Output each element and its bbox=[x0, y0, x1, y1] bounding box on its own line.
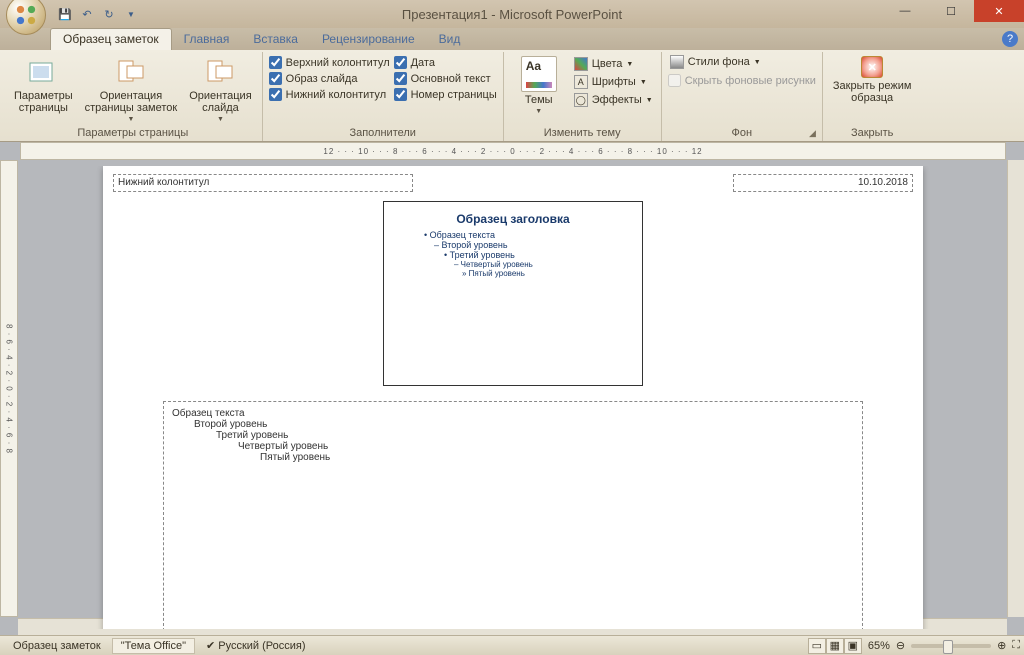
group-placeholders: Верхний колонтитул Образ слайда Нижний к… bbox=[263, 52, 504, 141]
notes-body-placeholder[interactable]: Образец текста Второй уровень Третий уро… bbox=[163, 401, 863, 629]
zoom-out-button[interactable]: ⊖ bbox=[896, 639, 905, 652]
notes-orientation-icon bbox=[115, 56, 147, 88]
close-icon: ✕ bbox=[861, 56, 883, 78]
quick-access-toolbar: 💾 ↶ ↻ ▼ bbox=[56, 5, 140, 23]
slide-text-levels: Образец текста Второй уровень Третий уро… bbox=[384, 230, 642, 278]
tab-insert[interactable]: Вставка bbox=[241, 29, 310, 50]
vertical-ruler[interactable]: 8 · 6 · 4 · 2 · 0 · 2 · 4 · 6 · 8 bbox=[0, 160, 18, 617]
minimize-button[interactable]: — bbox=[882, 0, 928, 22]
ribbon-tabs: Образец заметок Главная Вставка Рецензир… bbox=[0, 28, 1024, 50]
page-setup-label: Параметры страницы bbox=[14, 90, 73, 114]
slide-orientation-label: Ориентация слайда bbox=[189, 90, 251, 114]
themes-label: Темы bbox=[525, 94, 553, 106]
normal-view-icon[interactable]: ▭ bbox=[808, 638, 826, 654]
tab-notes-master[interactable]: Образец заметок bbox=[50, 28, 172, 50]
fonts-icon: A bbox=[574, 75, 588, 89]
chk-date[interactable]: Дата bbox=[394, 56, 497, 69]
date-placeholder[interactable]: 10.10.2018 bbox=[733, 174, 913, 192]
notes-orientation-button[interactable]: Ориентация страницы заметок ▼ bbox=[81, 54, 182, 125]
group-close-label: Закрыть bbox=[829, 126, 916, 141]
vertical-scrollbar[interactable] bbox=[1007, 160, 1024, 617]
page-setup-button[interactable]: Параметры страницы bbox=[10, 54, 77, 116]
help-icon[interactable]: ? bbox=[1002, 31, 1018, 47]
chevron-down-icon: ▼ bbox=[127, 116, 134, 123]
group-edit-theme: Темы ▼ Цвета ▼ AШрифты ▼ ◯Эффекты ▼ Изме… bbox=[504, 52, 662, 141]
tab-view[interactable]: Вид bbox=[427, 29, 473, 50]
chk-footer[interactable]: Нижний колонтитул bbox=[269, 88, 390, 101]
window-buttons: — ☐ ✕ bbox=[882, 0, 1024, 22]
status-language[interactable]: ✔ Русский (Россия) bbox=[197, 637, 315, 654]
fit-to-window-icon[interactable]: ⛶ bbox=[1012, 639, 1020, 652]
chk-page-number[interactable]: Номер страницы bbox=[394, 88, 497, 101]
horizontal-ruler[interactable]: 12 · · · 10 · · · 8 · · · 6 · · · 4 · · … bbox=[20, 142, 1006, 160]
view-buttons: ▭ ▦ ▣ bbox=[808, 638, 862, 654]
effects-icon: ◯ bbox=[574, 93, 588, 107]
tab-review[interactable]: Рецензирование bbox=[310, 29, 427, 50]
group-page-label: Параметры страницы bbox=[10, 126, 256, 141]
status-theme[interactable]: "Тема Office" bbox=[112, 638, 195, 654]
close-button[interactable]: ✕ bbox=[974, 0, 1024, 22]
redo-icon[interactable]: ↻ bbox=[100, 5, 118, 23]
title-bar: 💾 ↶ ↻ ▼ Презентация1 - Microsoft PowerPo… bbox=[0, 0, 1024, 28]
qat-dropdown-icon[interactable]: ▼ bbox=[122, 5, 140, 23]
save-icon[interactable]: 💾 bbox=[56, 5, 74, 23]
group-page-setup: Параметры страницы Ориентация страницы з… bbox=[4, 52, 263, 141]
sorter-view-icon[interactable]: ▦ bbox=[826, 638, 844, 654]
dialog-launcher-icon[interactable]: ◢ bbox=[809, 128, 816, 139]
close-master-view-button[interactable]: ✕ Закрыть режим образца bbox=[829, 54, 916, 106]
theme-colors-button[interactable]: Цвета ▼ bbox=[572, 56, 655, 72]
theme-fonts-button[interactable]: AШрифты ▼ bbox=[572, 74, 655, 90]
close-master-label: Закрыть режим образца bbox=[833, 80, 912, 104]
spellcheck-icon: ✔ bbox=[206, 640, 215, 652]
window-title: Презентация1 - Microsoft PowerPoint bbox=[0, 7, 1024, 22]
notes-master-page[interactable]: Нижний колонтитул 10.10.2018 Образец заг… bbox=[103, 166, 923, 629]
themes-button[interactable]: Темы ▼ bbox=[510, 54, 568, 117]
workspace: 12 · · · 10 · · · 8 · · · 6 · · · 4 · · … bbox=[0, 142, 1024, 635]
group-bg-label: Фон◢ bbox=[668, 126, 816, 141]
undo-icon[interactable]: ↶ bbox=[78, 5, 96, 23]
maximize-button[interactable]: ☐ bbox=[928, 0, 974, 22]
chk-body[interactable]: Основной текст bbox=[394, 72, 497, 85]
chevron-down-icon: ▼ bbox=[217, 116, 224, 123]
status-bar: Образец заметок "Тема Office" ✔ Русский … bbox=[0, 635, 1024, 655]
group-theme-label: Изменить тему bbox=[510, 126, 655, 141]
zoom-slider[interactable] bbox=[911, 644, 991, 648]
notes-orientation-label: Ориентация страницы заметок bbox=[85, 90, 178, 114]
chk-header[interactable]: Верхний колонтитул bbox=[269, 56, 390, 69]
themes-icon bbox=[521, 56, 557, 92]
slide-title-sample: Образец заголовка bbox=[384, 202, 642, 230]
slide-orientation-button[interactable]: Ориентация слайда ▼ bbox=[185, 54, 255, 125]
group-placeholders-label: Заполнители bbox=[269, 126, 497, 141]
page-setup-icon bbox=[27, 56, 59, 88]
slideshow-view-icon[interactable]: ▣ bbox=[844, 638, 862, 654]
slide-orientation-icon bbox=[204, 56, 236, 88]
ribbon: Параметры страницы Ориентация страницы з… bbox=[0, 50, 1024, 142]
chk-hide-bg-graphics[interactable]: Скрыть фоновые рисунки bbox=[668, 74, 816, 87]
status-master[interactable]: Образец заметок bbox=[4, 638, 110, 654]
group-background: Стили фона ▼ Скрыть фоновые рисунки Фон◢ bbox=[662, 52, 823, 141]
colors-icon bbox=[574, 57, 588, 71]
zoom-in-button[interactable]: ⊕ bbox=[997, 639, 1006, 652]
header-placeholder[interactable]: Нижний колонтитул bbox=[113, 174, 413, 192]
chk-slide-image[interactable]: Образ слайда bbox=[269, 72, 390, 85]
edit-canvas[interactable]: Нижний колонтитул 10.10.2018 Образец заг… bbox=[24, 166, 1002, 629]
theme-effects-button[interactable]: ◯Эффекты ▼ bbox=[572, 92, 655, 108]
tab-home[interactable]: Главная bbox=[172, 29, 242, 50]
slide-image-placeholder[interactable]: Образец заголовка Образец текста Второй … bbox=[383, 201, 643, 386]
bg-styles-icon bbox=[670, 55, 684, 69]
chevron-down-icon: ▼ bbox=[535, 108, 542, 115]
background-styles-button[interactable]: Стили фона ▼ bbox=[668, 54, 763, 70]
zoom-value[interactable]: 65% bbox=[868, 640, 890, 652]
group-close: ✕ Закрыть режим образца Закрыть bbox=[823, 52, 922, 141]
